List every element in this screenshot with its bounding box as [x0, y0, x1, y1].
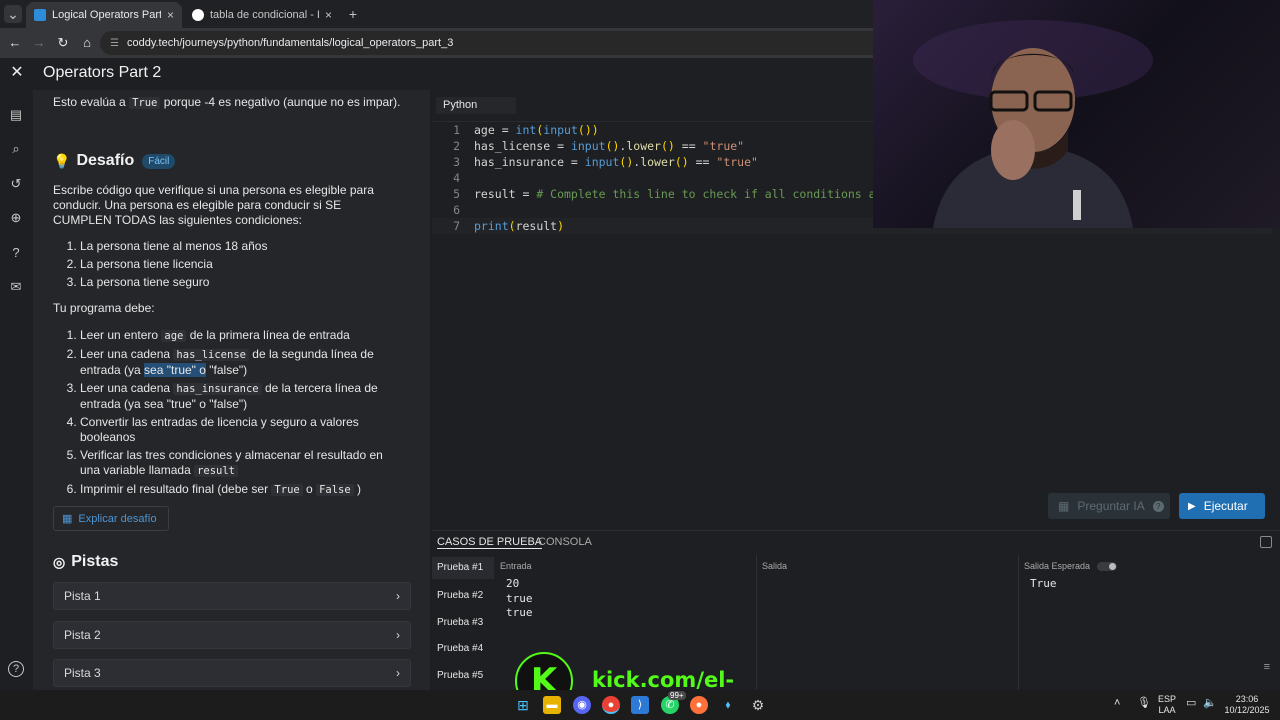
- panel-layout-icon[interactable]: [1260, 536, 1272, 548]
- tab-console[interactable]: CONSOLA: [538, 536, 592, 548]
- reload-icon[interactable]: ↻: [54, 34, 72, 52]
- vscode-icon[interactable]: ⟩: [631, 696, 649, 714]
- menu-icon[interactable]: ≡: [1264, 661, 1270, 673]
- file-explorer-icon[interactable]: ▬: [543, 696, 561, 714]
- expected-value: True: [1030, 577, 1057, 590]
- feedback-icon[interactable]: ✉: [8, 279, 24, 295]
- hint-1[interactable]: Pista 1 ›: [53, 582, 411, 610]
- list-item: Imprimir el resultado final (debe ser Tr…: [80, 482, 403, 498]
- clock[interactable]: 23:06 10/12/2025: [1222, 694, 1272, 716]
- list-item: La persona tiene licencia: [80, 257, 403, 272]
- history-icon[interactable]: ↺: [8, 176, 24, 192]
- expected-header: Salida Esperada: [1024, 561, 1117, 572]
- challenge-description: Escribe código que verifique si una pers…: [53, 183, 374, 227]
- list-item: Leer un entero age de la primera línea d…: [80, 328, 403, 344]
- search-document-icon[interactable]: ⌕: [8, 141, 24, 157]
- help-icon[interactable]: ?: [8, 661, 24, 677]
- test-item[interactable]: Prueba #1: [432, 557, 494, 579]
- test-list: Prueba #1 Prueba #2 Prueba #3 Prueba #4 …: [432, 557, 494, 691]
- chrome-icon[interactable]: ●: [602, 696, 620, 714]
- hint-2[interactable]: Pista 2 ›: [53, 621, 411, 649]
- hints-heading: ◎ Pistas: [53, 553, 119, 570]
- test-item[interactable]: Prueba #3: [437, 617, 483, 628]
- input-header: Entrada: [500, 561, 532, 571]
- lifebuoy-icon: ◎: [53, 553, 66, 570]
- site-info-icon[interactable]: ☰: [110, 38, 119, 49]
- new-tab-button[interactable]: +: [344, 5, 362, 23]
- discord-icon[interactable]: ◉: [573, 696, 591, 714]
- forward-icon[interactable]: →: [30, 34, 48, 52]
- page-title: Operators Part 2: [43, 64, 162, 81]
- help-icon: ?: [1152, 500, 1164, 512]
- calendar-icon: ▦: [1058, 499, 1070, 513]
- list-item: La persona tiene al menos 18 años: [80, 239, 403, 254]
- ask-ai-button[interactable]: ▦ Preguntar IA ?: [1048, 493, 1170, 519]
- chevron-up-icon[interactable]: ˄: [1114, 698, 1120, 709]
- intro-text: Esto evalúa a True porque -4 es negativo…: [53, 95, 401, 109]
- list-item: Verificar las tres condiciones y almacen…: [80, 448, 403, 479]
- steps-list: Leer un entero age de la primera línea d…: [53, 328, 403, 501]
- conditions-list: La persona tiene al menos 18 años La per…: [53, 239, 403, 293]
- url-text: coddy.tech/journeys/python/fundamentals/…: [126, 37, 454, 49]
- back-icon[interactable]: ←: [6, 34, 24, 52]
- list-item: Leer una cadena has_license de la segund…: [80, 347, 403, 378]
- browser-tab-active[interactable]: Logical Operators Part 3 | Pytho ×: [26, 2, 182, 28]
- selected-text: sea "true" o: [144, 363, 206, 377]
- difficulty-badge: Fácil: [142, 153, 176, 169]
- calendar-icon: ▦: [62, 513, 73, 525]
- lesson-panel: Esto evalúa a True porque -4 es negativo…: [33, 90, 430, 690]
- explain-challenge-button[interactable]: ▦ Explicar desafío: [53, 506, 169, 531]
- browser-tab[interactable]: tabla de condicional - Buscar c ×: [184, 2, 340, 28]
- tab-test-cases[interactable]: CASOS DE PRUEBA: [437, 536, 543, 549]
- input-value: 20 true true: [506, 577, 533, 619]
- close-tab-icon[interactable]: ×: [167, 8, 174, 22]
- list-item: Convertir las entradas de licencia y seg…: [80, 415, 403, 445]
- windows-start-icon[interactable]: ⊞: [514, 696, 532, 714]
- chevron-right-icon: ›: [396, 666, 400, 680]
- home-icon[interactable]: ⌂: [78, 34, 96, 52]
- display-icon[interactable]: ▭: [1186, 698, 1196, 709]
- chevron-right-icon: ›: [396, 589, 400, 603]
- test-item[interactable]: Prueba #2: [437, 590, 483, 601]
- hint-3[interactable]: Pista 3 ›: [53, 659, 411, 687]
- close-tab-icon[interactable]: ×: [325, 8, 332, 22]
- app-icon[interactable]: ⬧: [719, 696, 737, 714]
- help-bubble-icon[interactable]: ?: [8, 245, 24, 261]
- language-tab[interactable]: Python: [436, 97, 516, 114]
- program-must-text: Tu programa debe:: [53, 301, 155, 315]
- notification-badge: 99+: [668, 691, 686, 700]
- test-item[interactable]: Prueba #5: [437, 670, 483, 681]
- list-item: Leer una cadena has_insurance de la terc…: [80, 381, 403, 412]
- list-item: La persona tiene seguro: [80, 275, 403, 290]
- coddy-favicon-icon: [34, 9, 46, 21]
- chevron-right-icon: ›: [396, 628, 400, 642]
- left-rail: ▤ ⌕ ↺ ⊕ ? ✉ ?: [0, 90, 32, 690]
- close-icon[interactable]: ✕: [8, 64, 26, 82]
- google-favicon-icon: [192, 9, 204, 21]
- zoom-icon[interactable]: ⊕: [8, 210, 24, 226]
- microphone-icon[interactable]: 🎙: [1137, 698, 1151, 709]
- firefox-icon[interactable]: ●: [690, 696, 708, 714]
- toggle-switch[interactable]: [1096, 562, 1117, 572]
- output-header: Salida: [762, 561, 788, 571]
- settings-icon[interactable]: ⚙: [749, 696, 767, 714]
- person-silhouette: [913, 20, 1153, 228]
- lesson-icon[interactable]: ▤: [8, 107, 24, 123]
- lightbulb-icon: 💡: [53, 152, 71, 169]
- taskbar: ⊞ ▬ ◉ ● ⟩ ✆ 99+ ● ⬧ ⚙ ˄ 🎙 ESP LAA ▭ 🔈 23…: [0, 690, 1280, 720]
- webcam-feed: [873, 0, 1280, 228]
- play-icon: ▶: [1188, 500, 1196, 512]
- divider: [1018, 555, 1019, 691]
- run-button[interactable]: ▶ Ejecutar: [1179, 493, 1265, 519]
- challenge-heading: 💡 Desafío Fácil: [53, 152, 176, 170]
- speaker-icon[interactable]: 🔈: [1203, 698, 1217, 709]
- language-indicator[interactable]: ESP LAA: [1158, 694, 1176, 716]
- tab-search-button[interactable]: ⌄: [4, 5, 22, 23]
- test-item[interactable]: Prueba #4: [437, 643, 483, 654]
